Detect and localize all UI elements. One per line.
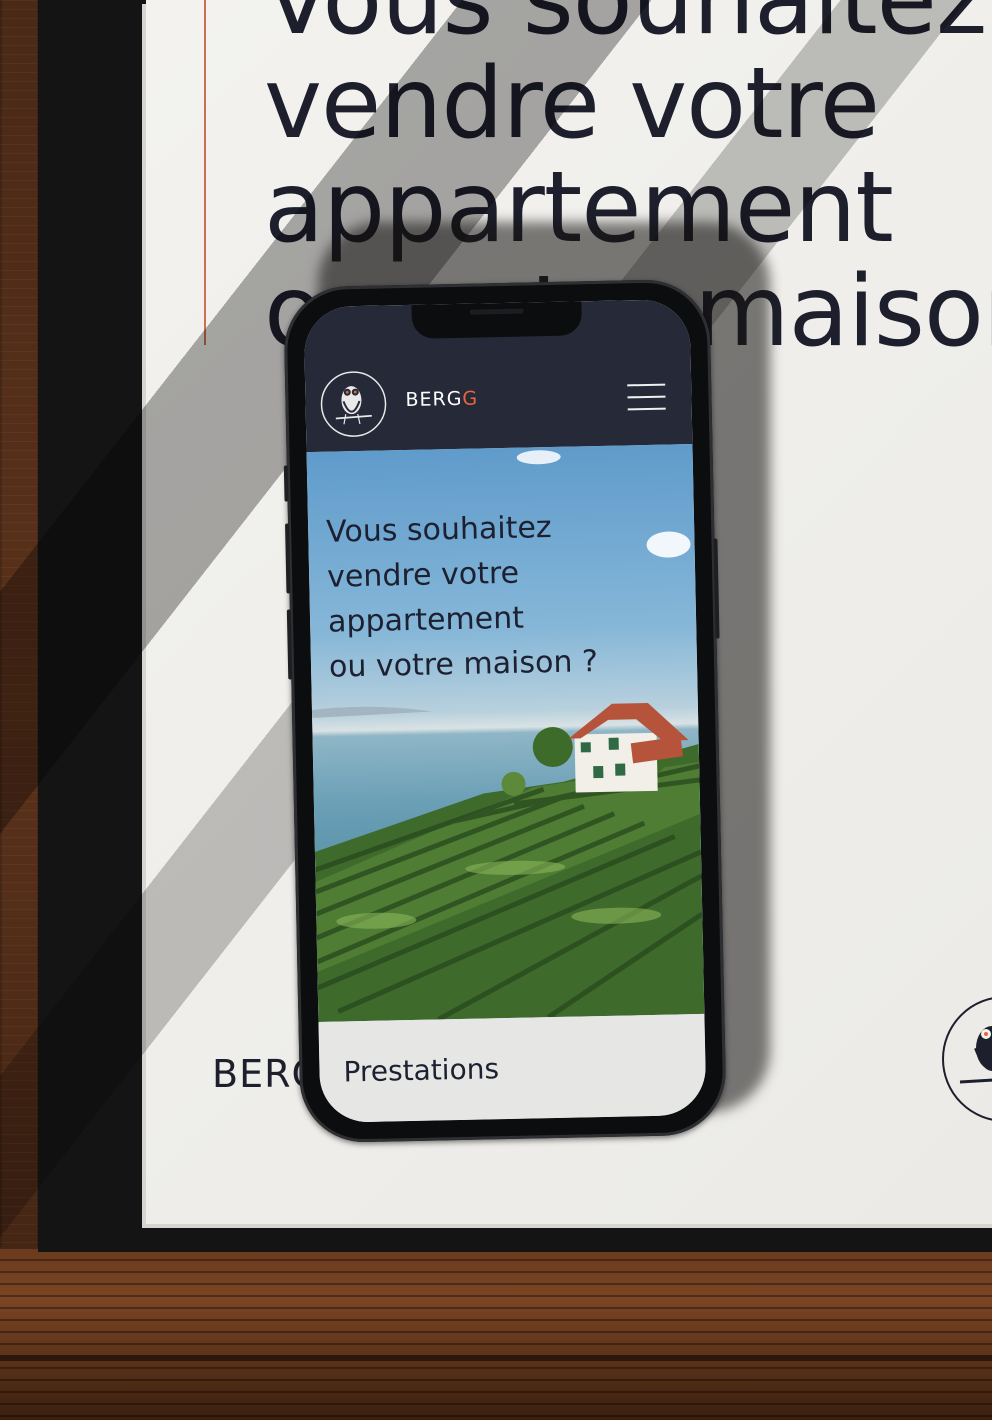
cover-title-line: vendre votre [264, 47, 880, 161]
volume-down-button [286, 609, 293, 680]
owl-logo-icon [942, 997, 992, 1121]
table-edge [0, 1247, 992, 1420]
phone-screen: BERGG Vous souhaitez vendre votre appart… [303, 299, 707, 1123]
owl-logo-icon[interactable] [319, 369, 388, 438]
cover-accent-rule [204, 0, 206, 345]
menu-line [627, 407, 666, 411]
brand-main: BERG [405, 387, 463, 412]
hero-title-line: Vous souhaitez [325, 509, 552, 550]
menu-line [627, 383, 666, 387]
speaker-grille [469, 308, 524, 315]
volume-up-button [285, 523, 291, 594]
prestations-link[interactable]: Prestations [343, 1052, 499, 1088]
hero-title-line: appartement [327, 600, 525, 640]
notch [411, 301, 583, 339]
brand-accent: G [462, 387, 479, 410]
hero-title-line: vendre votre [326, 555, 520, 595]
next-section: Prestations [318, 1013, 707, 1123]
cover-title-line: Vous souhaitez [264, 0, 987, 57]
hero-title-line: ou votre maison ? [328, 644, 599, 685]
menu-line [627, 395, 666, 399]
site-brand[interactable]: BERGG [405, 387, 478, 411]
mute-switch [283, 465, 289, 502]
hamburger-menu-icon[interactable] [627, 383, 668, 413]
hero-title: Vous souhaitez vendre votre appartement … [326, 504, 599, 690]
hero-section: Vous souhaitez vendre votre appartement … [306, 444, 705, 1022]
smartphone: BERGG Vous souhaitez vendre votre appart… [283, 278, 727, 1144]
